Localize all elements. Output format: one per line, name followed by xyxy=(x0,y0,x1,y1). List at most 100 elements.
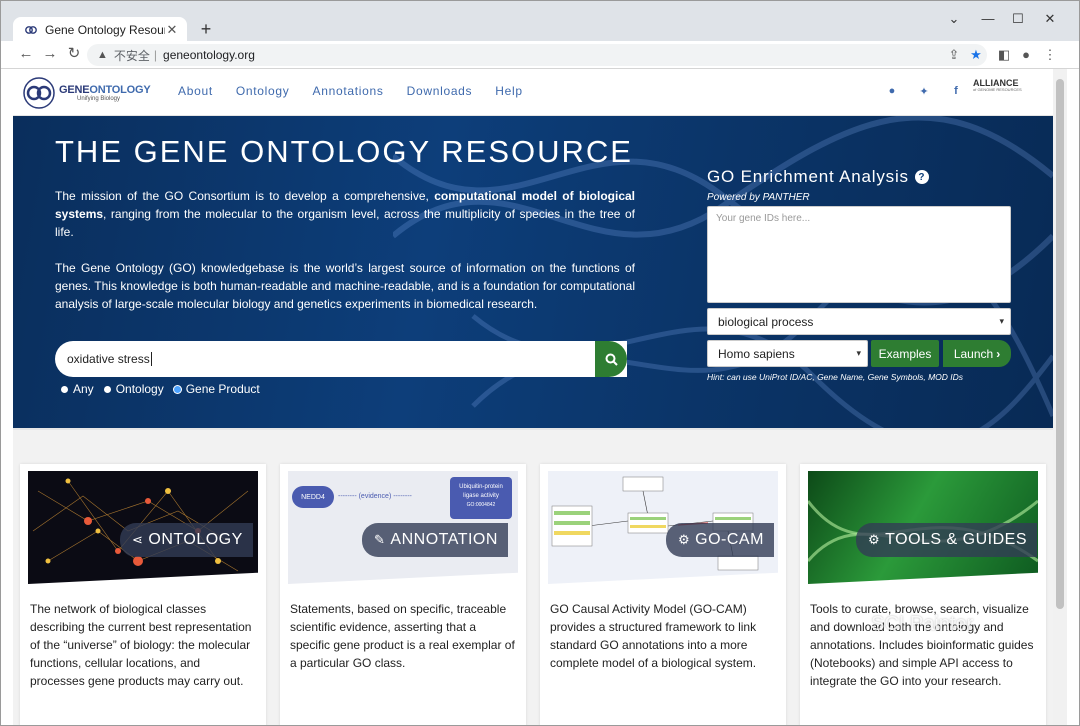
card-title: ONTOLOGY xyxy=(148,531,243,548)
alliance-subtitle: of GENOME RESOURCES xyxy=(973,87,1022,92)
address-bar[interactable]: ▲ 不安全 | geneontology.org xyxy=(87,44,987,66)
url-text: geneontology.org xyxy=(163,48,255,62)
search-scope-radios: Any Ontology Gene Product xyxy=(61,382,270,396)
share-icon: ⋖ xyxy=(132,532,144,547)
process-value: biological process xyxy=(718,314,814,329)
gear-icon: ⚙ xyxy=(868,532,881,547)
watermark-text: SCI Painter xyxy=(871,613,974,635)
edit-icon: ✎ xyxy=(374,532,386,547)
go-logo[interactable]: GENEONTOLOGY Unifying Biology xyxy=(23,77,151,109)
radio-dot xyxy=(103,385,111,393)
ontology-badge: ⋖ ONTOLOGY xyxy=(120,523,253,557)
tools-badge: ⚙ TOOLS & GUIDES xyxy=(856,523,1038,557)
radio-ontology[interactable]: Ontology xyxy=(103,382,164,396)
twitter-icon[interactable]: ✦ xyxy=(917,85,931,98)
nav-about[interactable]: About xyxy=(178,84,213,98)
chevron-right-icon: › xyxy=(996,346,1001,361)
nav-downloads[interactable]: Downloads xyxy=(407,84,473,98)
go-term-line1: Ubiquitin-protein xyxy=(459,484,503,490)
radio-label: Any xyxy=(73,382,94,396)
launch-button[interactable]: Launch › xyxy=(943,340,1011,367)
card-title: GO-CAM xyxy=(695,531,764,548)
card-tools-guides[interactable]: ⚙ TOOLS & GUIDES Tools to curate, browse,… xyxy=(800,464,1046,725)
go-logo-icon xyxy=(23,77,55,109)
card-go-cam[interactable]: ⚙ GO-CAM GO Causal Activity Model (GO-CAM… xyxy=(540,464,786,725)
hero-banner: THE GENE ONTOLOGY RESOURCE The mission o… xyxy=(13,116,1053,428)
chevron-down-icon: ▾ xyxy=(856,348,861,358)
cards-section: ⋖ ONTOLOGY The network of biological clas… xyxy=(13,430,1053,725)
tab-title: Gene Ontology Resource xyxy=(45,23,165,37)
help-icon[interactable]: ? xyxy=(914,170,929,184)
enrichment-hint: Hint: can use UniProt ID/AC, Gene Name, … xyxy=(707,372,964,382)
enrichment-title: GO Enrichment Analysis? xyxy=(707,167,929,187)
nav-ontology[interactable]: Ontology xyxy=(236,84,290,98)
organism-value: Homo sapiens xyxy=(718,346,795,361)
back-button[interactable]: ← xyxy=(17,45,35,63)
minimize-button[interactable]: — xyxy=(979,11,997,26)
card-description: The network of biological classes descri… xyxy=(30,602,252,688)
github-icon[interactable]: ● xyxy=(885,85,899,97)
radio-gene-product[interactable]: Gene Product xyxy=(173,382,260,396)
tab-close-icon[interactable]: ✕ xyxy=(165,22,179,38)
alliance-logo[interactable]: ALLIANCE of GENOME RESOURCES xyxy=(973,79,1043,92)
radio-dot xyxy=(61,385,68,393)
knowledgebase-text: The Gene Ontology (GO) knowledgebase is … xyxy=(55,261,635,311)
process-select[interactable]: biological process ▾ xyxy=(707,308,1011,335)
radio-label: Gene Product xyxy=(185,382,260,396)
maximize-button[interactable]: ☐ xyxy=(1009,11,1027,27)
star-icon[interactable]: ★ xyxy=(967,46,985,64)
card-description: GO Causal Activity Model (GO-CAM) provid… xyxy=(550,602,757,670)
scrollbar-thumb[interactable] xyxy=(1056,79,1064,609)
site-navbar: GENEONTOLOGY Unifying Biology About Onto… xyxy=(13,69,1053,116)
profile-icon[interactable]: ● xyxy=(1017,46,1035,64)
gene-ids-textarea[interactable]: Your gene IDs here... xyxy=(707,206,1011,303)
launch-label: Launch xyxy=(953,346,994,361)
forward-button[interactable]: → xyxy=(41,45,59,63)
sidebar-icon[interactable]: ◧ xyxy=(995,46,1013,64)
hero-title: THE GENE ONTOLOGY RESOURCE xyxy=(55,134,633,169)
card-annotation[interactable]: NEDD4 -------- (evidence) -------- Ubiqu… xyxy=(280,464,526,725)
reload-button[interactable]: ↻ xyxy=(65,45,83,63)
card-title: TOOLS & GUIDES xyxy=(885,531,1028,548)
mission-text-c: , ranging from the molecular to the orga… xyxy=(55,207,635,239)
url-separator: | xyxy=(153,48,158,62)
browser-window: Gene Ontology Resource ✕ + ⌄ — ☐ ✕ ← → ↻… xyxy=(0,0,1080,726)
mission-text: The mission of the GO Consortium is to d… xyxy=(55,187,635,241)
powered-by: Powered by PANTHER xyxy=(707,192,810,203)
radio-any[interactable]: Any xyxy=(61,382,94,396)
facebook-icon[interactable]: f xyxy=(949,85,963,97)
mission-text-a: The mission of the GO Consortium is to d… xyxy=(55,189,435,203)
logo-tagline: Unifying Biology xyxy=(77,95,121,102)
go-term-box: Ubiquitin-protein ligase activity GO:000… xyxy=(450,477,512,519)
go-term-id: GO:0004842 xyxy=(466,502,496,508)
logo-ontology: ONTOLOGY xyxy=(89,83,151,96)
nav-help[interactable]: Help xyxy=(495,84,522,98)
examples-button[interactable]: Examples xyxy=(871,340,939,367)
search-icon xyxy=(605,353,618,366)
enrichment-title-text: GO Enrichment Analysis xyxy=(707,167,909,186)
close-window-button[interactable]: ✕ xyxy=(1041,11,1059,27)
card-ontology[interactable]: ⋖ ONTOLOGY The network of biological clas… xyxy=(20,464,266,725)
chevron-down-icon[interactable]: ⌄ xyxy=(945,11,963,27)
scrollbar[interactable] xyxy=(1053,69,1067,725)
new-tab-button[interactable]: + xyxy=(197,20,215,38)
insecure-label: 不安全 xyxy=(113,48,150,63)
radio-label: Ontology xyxy=(115,382,164,396)
browser-tab[interactable]: Gene Ontology Resource ✕ xyxy=(13,17,187,43)
radio-dot-selected xyxy=(173,385,181,393)
card-title: ANNOTATION xyxy=(390,531,498,548)
tab-strip: Gene Ontology Resource ✕ + ⌄ — ☐ ✕ xyxy=(1,1,1079,43)
go-favicon-icon xyxy=(25,24,37,36)
search-input[interactable]: oxidative stress xyxy=(55,341,627,377)
share-icon[interactable]: ⇪ xyxy=(945,46,963,64)
go-term-line2: ligase activity xyxy=(463,493,499,499)
chevron-down-icon: ▾ xyxy=(999,316,1004,326)
browser-toolbar: ← → ↻ ▲ 不安全 | geneontology.org ⇪ ★ ◧ ● ⋮ xyxy=(1,41,1079,69)
nav-annotations[interactable]: Annotations xyxy=(313,84,384,98)
menu-icon[interactable]: ⋮ xyxy=(1041,46,1059,64)
organism-select[interactable]: Homo sapiens ▾ xyxy=(707,340,868,367)
annotation-badge: ✎ ANNOTATION xyxy=(362,523,508,557)
nedd4-node: NEDD4 xyxy=(292,486,334,508)
evidence-edge: -------- (evidence) -------- xyxy=(338,493,412,500)
card-description: Statements, based on specific, traceable… xyxy=(290,602,515,670)
